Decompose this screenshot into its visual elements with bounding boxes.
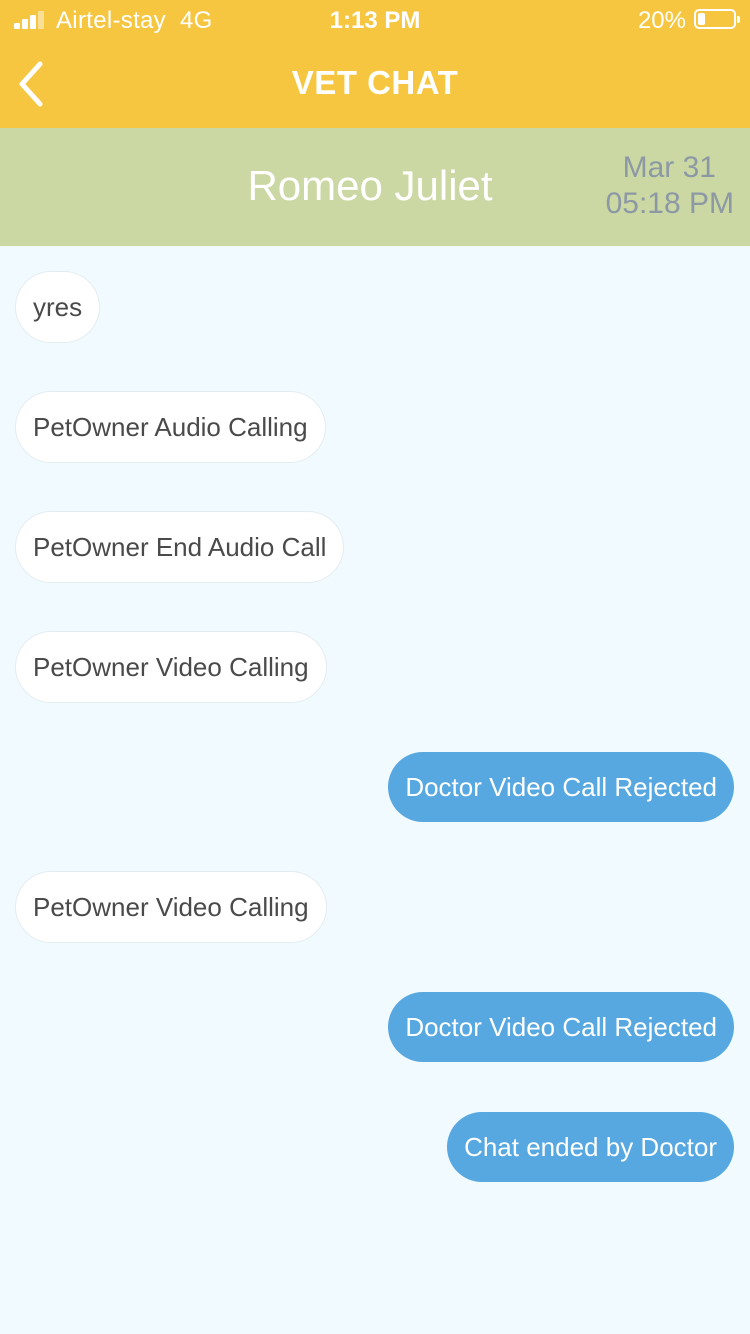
incoming-message-bubble: yres [16,272,100,342]
battery-level-fill [698,13,705,25]
message-list[interactable]: yres PetOwner Audio Calling PetOwner End… [0,246,750,1334]
vet-chat-screen: Airtel-stay 4G 1:13 PM 20% VET CHAT Rome… [0,0,750,1334]
incoming-message-bubble: PetOwner End Audio Call [16,512,344,582]
incoming-message-bubble: PetOwner Video Calling [16,632,326,702]
page-title: VET CHAT [291,64,459,101]
outgoing-message-bubble: Doctor Video Call Rejected [388,752,734,822]
top-bar: Airtel-stay 4G 1:13 PM 20% VET CHAT [0,0,750,128]
status-bar: Airtel-stay 4G 1:13 PM 20% [0,0,750,40]
chat-contact-header: Romeo Juliet Mar 31 05:18 PM [0,128,750,246]
outgoing-message-bubble: Doctor Video Call Rejected [388,992,734,1062]
battery-percent: 20% [637,7,686,34]
outgoing-message-bubble: Chat ended by Doctor [447,1112,734,1182]
chat-time: 05:18 PM [605,187,734,220]
incoming-message-bubble: PetOwner Video Calling [16,872,326,942]
navigation-bar: VET CHAT [0,40,750,128]
battery-icon [694,9,740,29]
chat-date: Mar 31 [622,151,716,184]
incoming-message-bubble: PetOwner Audio Calling [16,392,325,462]
